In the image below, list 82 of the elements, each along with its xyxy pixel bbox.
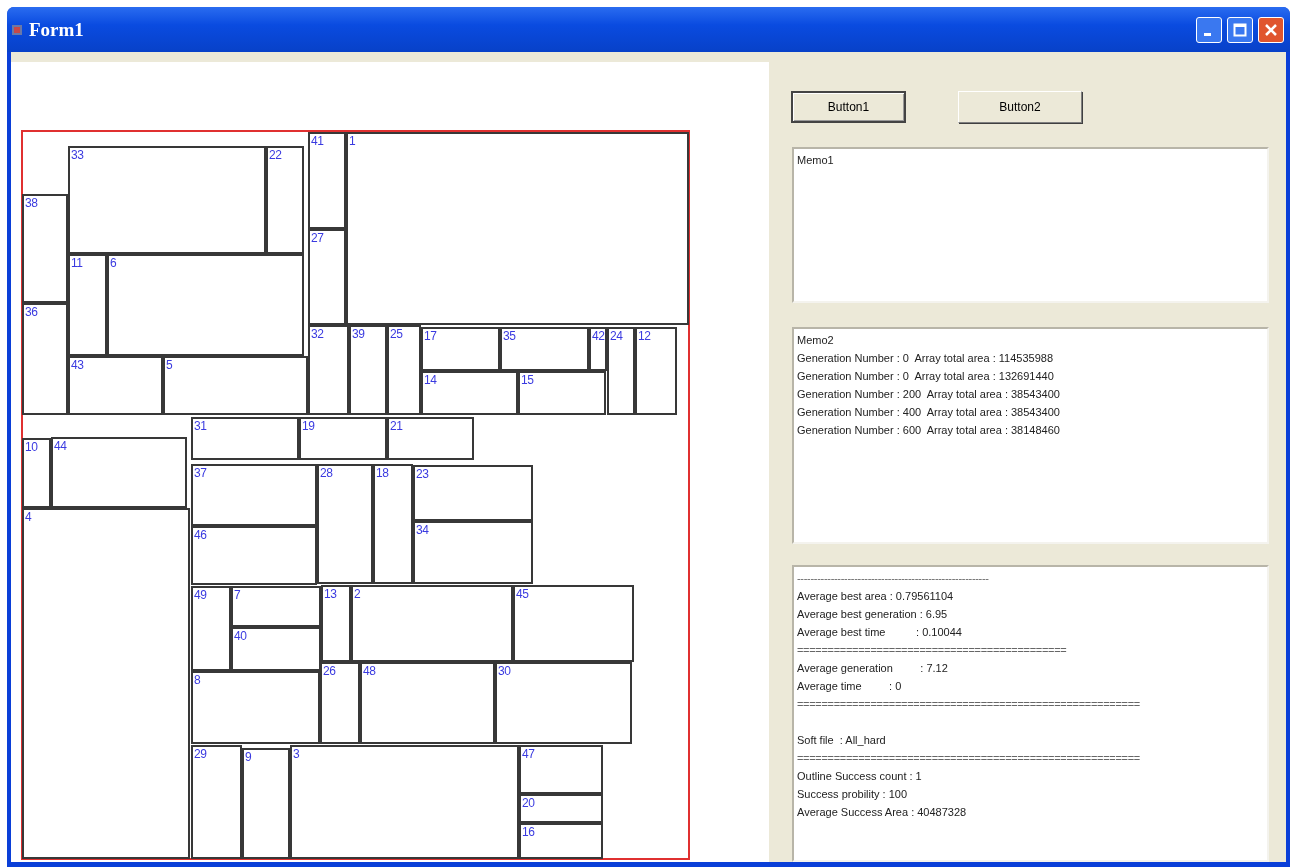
memo-line: Average best area : 0.79561104 xyxy=(797,589,954,604)
memo-line: Success probility : 100 xyxy=(797,787,908,802)
memo-line: Generation Number : 400 Array total area : 38543400 xyxy=(797,405,1060,420)
block-label: 26 xyxy=(323,664,336,678)
block-label: 23 xyxy=(416,467,429,481)
block-label: 7 xyxy=(234,588,241,602)
block-label: 4 xyxy=(25,510,32,524)
block-label: 22 xyxy=(269,148,282,162)
separator-line: ======================================================== xyxy=(797,751,1140,766)
block-label: 47 xyxy=(522,747,535,761)
block-label: 28 xyxy=(320,466,333,480)
minimize-icon xyxy=(1203,33,1211,36)
block-label: 16 xyxy=(522,825,535,839)
block-label: 36 xyxy=(25,305,38,319)
block-label: 9 xyxy=(245,750,252,764)
block-label: 35 xyxy=(503,329,516,343)
memo-line: Generation Number : 200 Array total area : 38543400 xyxy=(797,387,1060,402)
block-label: 34 xyxy=(416,523,429,537)
block-label: 17 xyxy=(424,329,437,343)
memo-field[interactable] xyxy=(792,327,1269,544)
block-label: 12 xyxy=(638,329,651,343)
block-label: 27 xyxy=(311,231,324,245)
block-label: 3 xyxy=(293,747,300,761)
memo-line: Memo2 xyxy=(797,333,834,348)
memo-line: Average time : 0 xyxy=(797,679,902,694)
block-label: 33 xyxy=(71,148,84,162)
memo-line: Average generation : 7.12 xyxy=(797,661,948,676)
block-label: 31 xyxy=(194,419,207,433)
block-label: 38 xyxy=(25,196,38,210)
block-label: 14 xyxy=(424,373,437,387)
separator-line: ======================================================== xyxy=(797,697,1140,712)
memo-line: Memo1 xyxy=(797,153,834,168)
memo-line: Generation Number : 600 Array total area : 38148460 xyxy=(797,423,1060,438)
block-label: 5 xyxy=(166,358,173,372)
block-label: 1 xyxy=(349,134,356,148)
separator-line: --------------------------------------------------------- xyxy=(797,571,989,586)
block-label: 21 xyxy=(390,419,403,433)
block-label: 13 xyxy=(324,587,337,601)
memo-line: Generation Number : 0 Array total area : 132691440 xyxy=(797,369,1054,384)
block-label: 40 xyxy=(234,629,247,643)
form-button[interactable]: Button1 xyxy=(791,91,906,123)
memo-line: Average Success Area : 40487328 xyxy=(797,805,967,820)
separator-line: ============================================ xyxy=(797,643,1067,658)
block-label: 24 xyxy=(610,329,623,343)
close-button[interactable] xyxy=(1258,16,1284,43)
block-label: 30 xyxy=(498,664,511,678)
block-label: 15 xyxy=(521,373,534,387)
maximize-button[interactable] xyxy=(1227,16,1253,43)
memo-line: Soft file : All_hard xyxy=(797,733,886,748)
close-icon xyxy=(1264,22,1278,37)
block-label: 46 xyxy=(194,528,207,542)
block-label: 32 xyxy=(311,327,324,341)
block-label: 42 xyxy=(592,329,605,343)
block-label: 8 xyxy=(194,673,201,687)
block-label: 20 xyxy=(522,796,535,810)
block-label: 25 xyxy=(390,327,403,341)
block-label: 11 xyxy=(71,256,83,270)
app-icon xyxy=(11,23,23,36)
maximize-icon xyxy=(1233,22,1247,37)
memo-line: Average best generation : 6.95 xyxy=(797,607,948,622)
block-label: 19 xyxy=(302,419,315,433)
block-label: 29 xyxy=(194,747,207,761)
memo-line: Average best time : 0.10044 xyxy=(797,625,962,640)
block-label: 44 xyxy=(54,439,67,453)
block-label: 6 xyxy=(110,256,117,270)
block-label: 41 xyxy=(311,134,324,148)
memo-field[interactable] xyxy=(792,565,1269,862)
block-label: 37 xyxy=(194,466,207,480)
block-label: 45 xyxy=(516,587,529,601)
block-label: 10 xyxy=(25,440,38,454)
window-title: Form1 xyxy=(29,18,84,41)
memo-line: Generation Number : 0 Array total area : 114535988 xyxy=(797,351,1053,366)
memo-field[interactable]: Memo1 xyxy=(792,147,1269,303)
block-label: 49 xyxy=(194,588,207,602)
minimize-button[interactable] xyxy=(1196,16,1222,43)
block-label: 2 xyxy=(354,587,361,601)
memo-line: Outline Success count : 1 xyxy=(797,769,922,784)
block-label: 18 xyxy=(376,466,389,480)
block-label: 43 xyxy=(71,358,84,372)
block-label: 39 xyxy=(352,327,365,341)
form-button[interactable]: Button2 xyxy=(958,91,1082,123)
block-label: 48 xyxy=(363,664,376,678)
